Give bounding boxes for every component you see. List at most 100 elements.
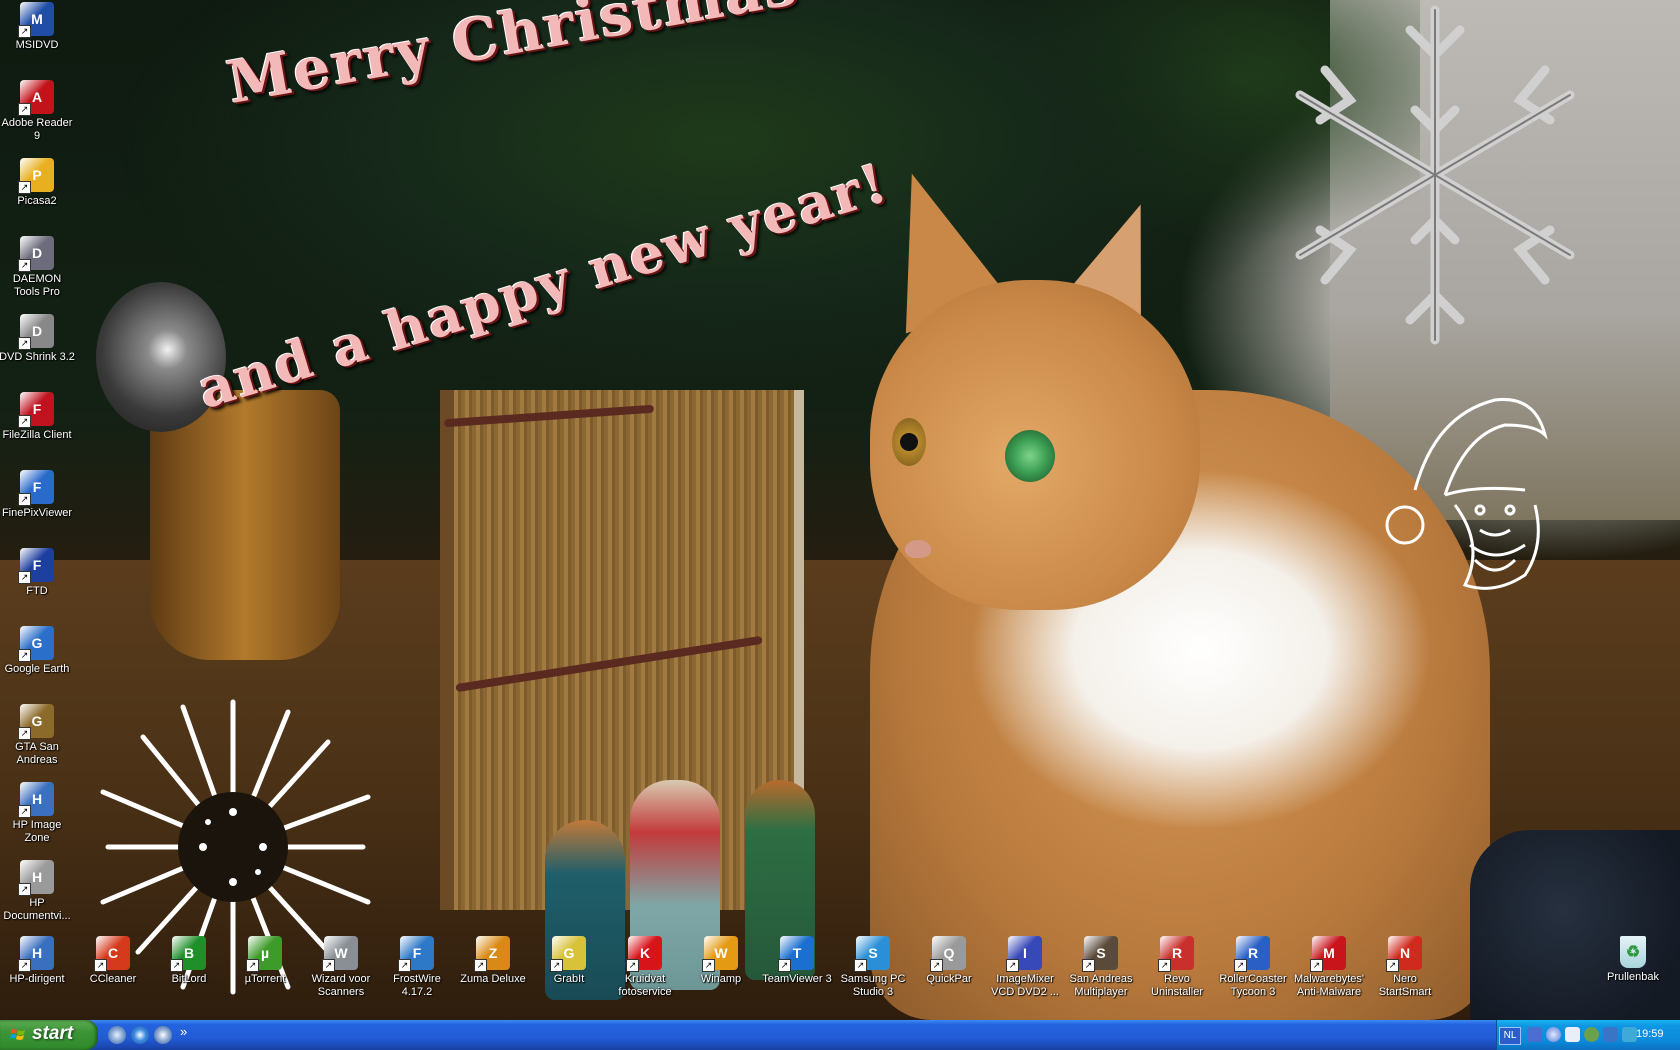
desktop-icon-label: Kruidvat fotoservice [618, 973, 672, 998]
shortcut-arrow-icon: ↗ [94, 959, 107, 972]
desktop-icon-label: Revo Uninstaller [1151, 973, 1203, 998]
desktop-icon[interactable]: H ↗ HP Image Zone [0, 782, 75, 845]
desktop-icon-label: RollerCoaster Tycoon 3 [1219, 973, 1287, 998]
desktop-wallpaper: Merry Christmas and a happy new year! [0, 0, 1680, 1020]
nero-icon: N ↗ [1386, 936, 1422, 972]
desktop-icon[interactable]: H ↗ HP Documentvi... [0, 860, 75, 923]
shortcut-arrow-icon: ↗ [702, 959, 715, 972]
desktop-icon[interactable]: B ↗ BitLord [151, 936, 227, 986]
desktop-icon[interactable]: K ↗ Kruidvat fotoservice [607, 936, 683, 999]
clock[interactable]: 19:59 [1636, 1028, 1664, 1040]
desktop-icon[interactable]: I ↗ ImageMixer VCD DVD2 ... [987, 936, 1063, 999]
ccleaner-icon: C ↗ [94, 936, 130, 972]
bitlord-icon: B ↗ [170, 936, 206, 972]
quick-launch-expand[interactable]: » [180, 1024, 187, 1039]
desktop-icon[interactable]: Z ↗ Zuma Deluxe [455, 936, 531, 986]
desktop-icon-label: FileZilla Client [2, 429, 72, 441]
shortcut-arrow-icon: ↗ [930, 959, 943, 972]
daemon-tray-icon[interactable] [1546, 1027, 1561, 1042]
quickpar-icon: Q ↗ [930, 936, 966, 972]
cat-nose [905, 540, 931, 558]
desktop-icon[interactable]: F ↗ FileZilla Client [0, 392, 75, 442]
desktop-icon-label: HP Image Zone [12, 819, 62, 844]
desktop-icon[interactable]: G ↗ GTA San Andreas [0, 704, 75, 767]
cat-eye [892, 418, 926, 466]
desktop-icon[interactable]: F ↗ FinePixViewer [0, 470, 75, 520]
hp-dirigent-icon: H ↗ [18, 936, 54, 972]
shortcut-arrow-icon: ↗ [18, 25, 31, 38]
desktop-icon[interactable]: P ↗ Picasa2 [0, 158, 75, 208]
desktop-icon[interactable]: T ↗ TeamViewer 3 [759, 936, 835, 986]
desktop-icon[interactable]: Q ↗ QuickPar [911, 936, 987, 986]
google-earth-icon: G ↗ [18, 626, 54, 662]
recycle-bin[interactable]: ♻ Prullenbak [1595, 936, 1671, 984]
desktop-icon-label: DVD Shrink 3.2 [0, 351, 75, 363]
hp-image-zone-icon: H ↗ [18, 782, 54, 818]
desktop-icon[interactable]: D ↗ DAEMON Tools Pro [0, 236, 75, 299]
utorrent-icon: µ ↗ [246, 936, 282, 972]
shortcut-arrow-icon: ↗ [18, 805, 31, 818]
gta-san-andreas-icon: G ↗ [18, 704, 54, 740]
shortcut-arrow-icon: ↗ [18, 727, 31, 740]
filezilla-icon: F ↗ [18, 392, 54, 428]
desktop-icon[interactable]: M ↗ Malwarebytes' Anti-Malware [1291, 936, 1367, 999]
language-indicator[interactable]: NL [1499, 1027, 1521, 1045]
desktop-icon-label: MSIDVD [15, 39, 59, 51]
revo-uninstaller-icon: R ↗ [1158, 936, 1194, 972]
show-desktop-icon[interactable] [108, 1026, 126, 1044]
desktop-icon[interactable]: F ↗ FrostWire 4.17.2 [379, 936, 455, 999]
desktop-icon[interactable]: M ↗ MSIDVD [0, 2, 75, 52]
shortcut-arrow-icon: ↗ [854, 959, 867, 972]
shortcut-arrow-icon: ↗ [1006, 959, 1019, 972]
grabit-icon: G ↗ [550, 936, 586, 972]
scanner-wizard-icon: W ↗ [322, 936, 358, 972]
shortcut-arrow-icon: ↗ [18, 883, 31, 896]
windows-logo-icon [10, 1029, 25, 1040]
desktop-icon-label: GrabIt [553, 973, 585, 985]
shortcut-arrow-icon: ↗ [1158, 959, 1171, 972]
users-icon[interactable] [1584, 1027, 1599, 1042]
display-icon[interactable] [1603, 1027, 1618, 1042]
santa-claus-icon [1385, 397, 1548, 590]
snowflake-icon [1295, 5, 1575, 345]
start-button[interactable]: start [0, 1020, 98, 1050]
desktop-icon[interactable]: G ↗ Google Earth [0, 626, 75, 676]
desktop-icon-label: Malwarebytes' Anti-Malware [1294, 973, 1364, 998]
shortcut-arrow-icon: ↗ [1082, 959, 1095, 972]
dvd-shrink-icon: D ↗ [18, 314, 54, 350]
shortcut-arrow-icon: ↗ [18, 571, 31, 584]
desktop-icon[interactable]: C ↗ CCleaner [75, 936, 151, 986]
internet-explorer-icon[interactable] [131, 1026, 149, 1044]
desktop-icon[interactable]: µ ↗ µTorrent [227, 936, 303, 986]
desktop-icon[interactable]: D ↗ DVD Shrink 3.2 [0, 314, 75, 364]
sync-icon[interactable] [1622, 1027, 1637, 1042]
desktop-icon[interactable]: H ↗ HP-dirigent [0, 936, 75, 986]
media-player-icon[interactable] [154, 1026, 172, 1044]
desktop-icon[interactable]: A ↗ Adobe Reader 9 [0, 80, 75, 143]
desktop-icon[interactable]: N ↗ Nero StartSmart [1367, 936, 1443, 999]
teamviewer-icon: T ↗ [778, 936, 814, 972]
shortcut-arrow-icon: ↗ [170, 959, 183, 972]
desktop-icon[interactable]: S ↗ Samsung PC Studio 3 [835, 936, 911, 999]
desktop-icon[interactable]: R ↗ Revo Uninstaller [1139, 936, 1215, 999]
shortcut-arrow-icon: ↗ [778, 959, 791, 972]
recycle-bin-icon: ♻ [1620, 936, 1646, 968]
desktop-icon-label: DAEMON Tools Pro [12, 273, 62, 298]
desktop-icon[interactable]: W ↗ Winamp [683, 936, 759, 986]
network-icon[interactable] [1527, 1027, 1542, 1042]
desktop-icon-label: Samsung PC Studio 3 [840, 973, 906, 998]
shortcut-arrow-icon: ↗ [626, 959, 639, 972]
shortcut-arrow-icon: ↗ [474, 959, 487, 972]
desktop-icon-label: GTA San Andreas [15, 741, 59, 766]
desktop-icon[interactable]: S ↗ San Andreas Multiplayer [1063, 936, 1139, 999]
desktop-icon-label: FinePixViewer [1, 507, 73, 519]
samsung-pc-studio-icon: S ↗ [854, 936, 890, 972]
desktop-icon-label: TeamViewer 3 [762, 973, 832, 985]
desktop-icon-label: Nero StartSmart [1378, 973, 1432, 998]
desktop-icon[interactable]: F ↗ FTD [0, 548, 75, 598]
monitor-icon[interactable] [1565, 1027, 1580, 1042]
desktop-icon[interactable]: G ↗ GrabIt [531, 936, 607, 986]
shortcut-arrow-icon: ↗ [246, 959, 259, 972]
desktop-icon[interactable]: W ↗ Wizard voor Scanners [303, 936, 379, 999]
desktop-icon[interactable]: R ↗ RollerCoaster Tycoon 3 [1215, 936, 1291, 999]
